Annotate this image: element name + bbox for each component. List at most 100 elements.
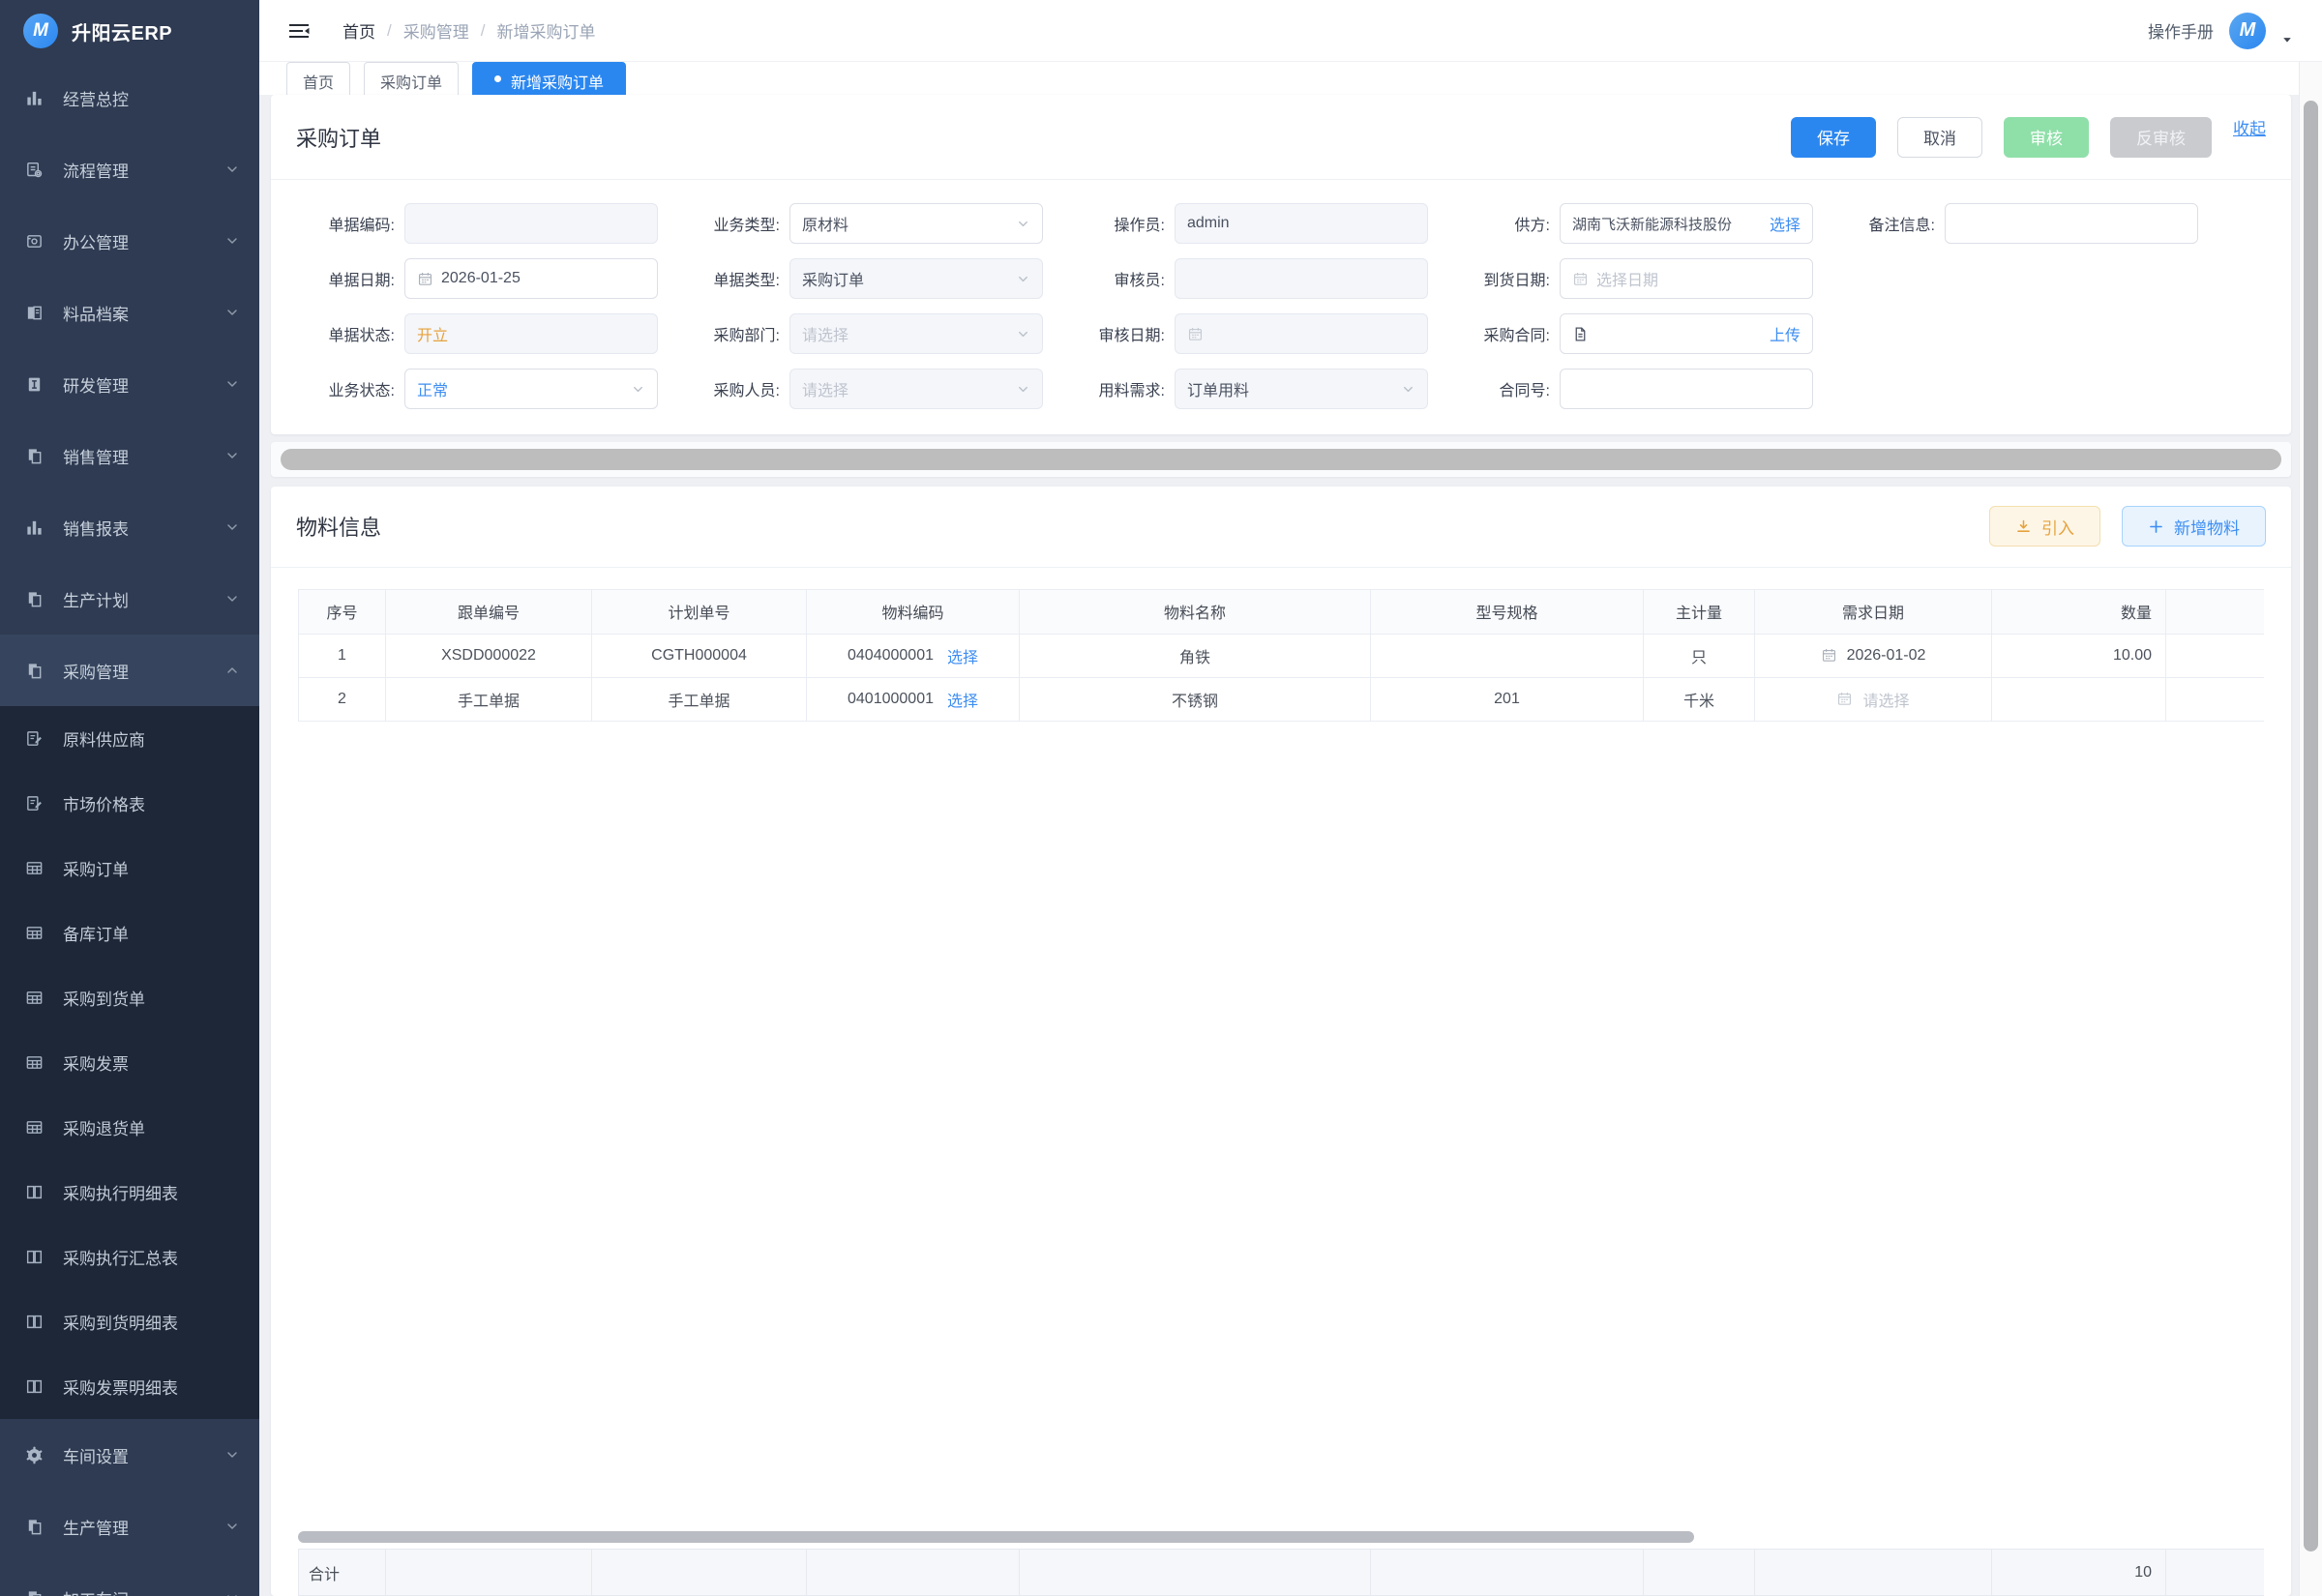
sidebar-item-sales-report[interactable]: 销售报表 [0, 491, 259, 563]
cell-demand-date[interactable]: 请选择 [1754, 676, 1992, 722]
purchase-contract-box[interactable]: 上传 [1560, 313, 1813, 354]
breadcrumb-home[interactable]: 首页 [342, 18, 375, 43]
open-book-icon [26, 1379, 43, 1394]
sidebar-item-arrival-detail-report[interactable]: 采购到货明细表 [0, 1289, 259, 1354]
breadcrumb-section[interactable]: 采购管理 [403, 18, 469, 43]
sidebar-item-business-overview[interactable]: 经营总控 [0, 62, 259, 133]
auditor-input[interactable] [1175, 258, 1428, 299]
manual-link[interactable]: 操作手册 [2148, 18, 2214, 43]
pick-material-link[interactable]: 选择 [947, 644, 978, 667]
contract-no-input[interactable] [1560, 369, 1813, 409]
cell-qty[interactable]: 10.00 [1991, 633, 2166, 678]
sidebar-item-sales-mgmt[interactable]: 销售管理 [0, 420, 259, 491]
brand-logo-icon: M [23, 14, 58, 48]
supplier-pick-link[interactable]: 选择 [1770, 212, 1801, 235]
table-row: 1 XSDD000022 CGTH000004 0404000001 选择 角铁 [298, 633, 2264, 678]
sidebar-item-stock-order[interactable]: 备库订单 [0, 901, 259, 965]
sidebar-item-purchase-arrival[interactable]: 采购到货单 [0, 965, 259, 1030]
doc-type-select[interactable]: 采购订单 [789, 258, 1043, 299]
field-label: 操作员: [1114, 218, 1165, 234]
unaudit-button[interactable]: 反审核 [2110, 116, 2212, 158]
biz-status-select[interactable]: 正常 [404, 369, 658, 409]
sidebar-item-exec-summary-report[interactable]: 采购执行汇总表 [0, 1225, 259, 1289]
pick-material-link[interactable]: 选择 [947, 688, 978, 711]
collapse-link[interactable]: 收起 [2233, 115, 2266, 139]
cell-price[interactable] [2165, 633, 2264, 678]
horizontal-scrollbar[interactable] [271, 442, 2291, 477]
caret-down-icon[interactable] [2281, 34, 2293, 45]
office-icon [27, 234, 42, 248]
chevron-down-icon [227, 381, 237, 387]
field-contract-no: 合同号: [1451, 369, 1813, 409]
audit-date-picker[interactable] [1175, 313, 1428, 354]
import-button[interactable]: 引入 [1989, 506, 2100, 547]
avatar[interactable]: M [2229, 12, 2266, 49]
field-label: 单据日期: [328, 273, 395, 289]
add-material-button[interactable]: 新增物料 [2122, 506, 2266, 547]
save-button[interactable]: 保存 [1791, 116, 1876, 158]
calendar-icon [1822, 648, 1835, 663]
vertical-scrollbar[interactable] [2299, 62, 2322, 1596]
sidebar-item-material-archive[interactable]: 料品档案 [0, 277, 259, 348]
sidebar-item-purchase-order[interactable]: 采购订单 [0, 836, 259, 901]
sidebar-item-market-price[interactable]: 市场价格表 [0, 771, 259, 836]
field-supplier: 供方: 湖南飞沃新能源科技股份 选择 [1451, 203, 1813, 244]
sidebar-item-invoice-detail-report[interactable]: 采购发票明细表 [0, 1354, 259, 1419]
buyer-select[interactable]: 请选择 [789, 369, 1043, 409]
sidebar-item-purchase-return[interactable]: 采购退货单 [0, 1095, 259, 1160]
cell-seq: 2 [298, 676, 386, 722]
menu-fold-icon[interactable] [288, 21, 310, 41]
operator-input[interactable]: admin [1175, 203, 1428, 244]
cell-spec [1370, 633, 1644, 678]
breadcrumb: 首页 / 采购管理 / 新增采购订单 [342, 18, 595, 43]
field-auditor: 审核员: [1066, 258, 1428, 299]
arrival-date-picker[interactable]: 选择日期 [1560, 258, 1813, 299]
purchase-dept-select[interactable]: 请选择 [789, 313, 1043, 354]
sidebar-item-process-mgmt[interactable]: 流程管理 [0, 133, 259, 205]
cancel-button[interactable]: 取消 [1897, 116, 1982, 158]
panel-title: 采购订单 [296, 126, 382, 151]
sidebar-item-office-mgmt[interactable]: 办公管理 [0, 205, 259, 277]
sidebar-item-processing-workshop[interactable]: 加工车间 [0, 1562, 259, 1596]
cell-material-code: 0401000001 选择 [806, 676, 1020, 722]
cell-material-name: 角铁 [1019, 633, 1371, 678]
field-biz-type: 业务类型: 原材料 [681, 203, 1043, 244]
doc-no-input[interactable] [404, 203, 658, 244]
cell-demand-date[interactable]: 2026-01-02 [1754, 633, 1992, 678]
scrollbar-thumb[interactable] [2304, 101, 2318, 1552]
brand: M 升阳云ERP [0, 0, 259, 62]
scrollbar-thumb[interactable] [298, 1531, 1694, 1543]
material-demand-select[interactable]: 订单用料 [1175, 369, 1428, 409]
sidebar-item-rd-mgmt[interactable]: 研发管理 [0, 348, 259, 420]
chevron-down-icon [227, 1595, 237, 1596]
scrollbar-thumb[interactable] [281, 448, 2281, 470]
sidebar-item-exec-detail-report[interactable]: 采购执行明细表 [0, 1160, 259, 1225]
breadcrumb-separator: / [387, 20, 392, 40]
audit-button[interactable]: 审核 [2004, 116, 2089, 158]
sidebar-item-purchase-mgmt[interactable]: 采购管理 [0, 635, 259, 706]
biz-type-select[interactable]: 原材料 [789, 203, 1043, 244]
doc-date-picker[interactable]: 2026-01-25 [404, 258, 658, 299]
sidebar-item-production-mgmt[interactable]: 生产管理 [0, 1491, 259, 1562]
doc-status-input[interactable]: 开立 [404, 313, 658, 354]
sidebar-item-raw-supplier[interactable]: 原料供应商 [0, 706, 259, 771]
field-label: 业务类型: [713, 218, 780, 234]
cell-follow-no: 手工单据 [385, 676, 592, 722]
grid-icon [26, 862, 43, 874]
materials-panel: 物料信息 引入 新增物料 序号 跟单编号 计划单号 物料编码 物料名称 型号规格… [271, 486, 2291, 1596]
cell-price[interactable] [2165, 676, 2264, 722]
supplier-input[interactable]: 湖南飞沃新能源科技股份 选择 [1560, 203, 1813, 244]
sidebar-item-production-plan[interactable]: 生产计划 [0, 563, 259, 635]
cell-qty[interactable] [1991, 676, 2166, 722]
tab-new-purchase-order[interactable]: 新增采购订单 [472, 62, 627, 95]
sidebar-item-purchase-invoice[interactable]: 采购发票 [0, 1030, 259, 1095]
chevron-down-icon [227, 524, 237, 530]
tab-home[interactable]: 首页 [286, 62, 351, 95]
edit-doc-icon [27, 796, 43, 811]
purchase-order-panel: 采购订单 保存 取消 审核 反审核 收起 单据编码: 业务类型: 原材料 操作员… [271, 95, 2291, 434]
tab-purchase-order[interactable]: 采购订单 [364, 62, 460, 95]
sidebar-item-workshop-setting[interactable]: 车间设置 [0, 1419, 259, 1491]
table-horizontal-scrollbar[interactable] [298, 1529, 2264, 1545]
upload-link[interactable]: 上传 [1770, 322, 1801, 345]
remark-input[interactable] [1945, 203, 2198, 244]
